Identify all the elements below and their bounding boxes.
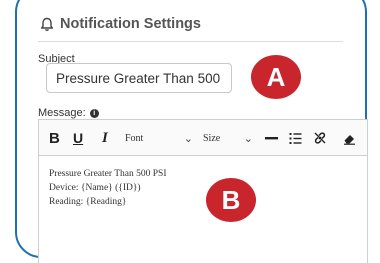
panel-header: Notification Settings <box>40 13 201 35</box>
message-line: Reading: {Reading} <box>49 197 127 207</box>
message-editor[interactable]: B U I Font ⌄ Size ⌄ Pressure Greater Tha… <box>38 119 368 263</box>
editor-toolbar: B U I Font ⌄ Size ⌄ <box>39 120 367 156</box>
font-select-label: Font <box>125 132 144 144</box>
size-select[interactable]: Size ⌄ <box>203 120 253 156</box>
underline-button[interactable]: U <box>73 120 83 156</box>
callout-a-badge: A <box>251 55 301 99</box>
panel-title: Notification Settings <box>60 16 201 32</box>
message-label: Message: <box>38 107 86 119</box>
clear-format-icon[interactable] <box>343 120 356 156</box>
message-label-row: Message: i <box>38 107 99 119</box>
header-divider <box>38 41 343 42</box>
size-select-label: Size <box>203 132 221 144</box>
bell-icon <box>40 17 54 32</box>
horizontal-rule-icon[interactable] <box>265 120 278 156</box>
callout-b-badge: B <box>206 178 256 222</box>
subject-input[interactable] <box>46 63 232 93</box>
message-line: Pressure Greater Than 500 PSI <box>49 169 167 179</box>
chevron-down-icon: ⌄ <box>183 131 193 145</box>
chevron-down-icon: ⌄ <box>243 131 253 145</box>
link-icon[interactable] <box>313 120 327 156</box>
message-line: Device: {Name} ({ID}) <box>49 183 141 193</box>
ordered-list-icon[interactable] <box>289 120 302 156</box>
info-icon[interactable]: i <box>89 108 99 118</box>
italic-button[interactable]: I <box>102 120 108 156</box>
font-select[interactable]: Font ⌄ <box>125 120 193 156</box>
message-body[interactable]: Pressure Greater Than 500 PSI Device: {N… <box>49 167 167 209</box>
bold-button[interactable]: B <box>49 120 60 156</box>
